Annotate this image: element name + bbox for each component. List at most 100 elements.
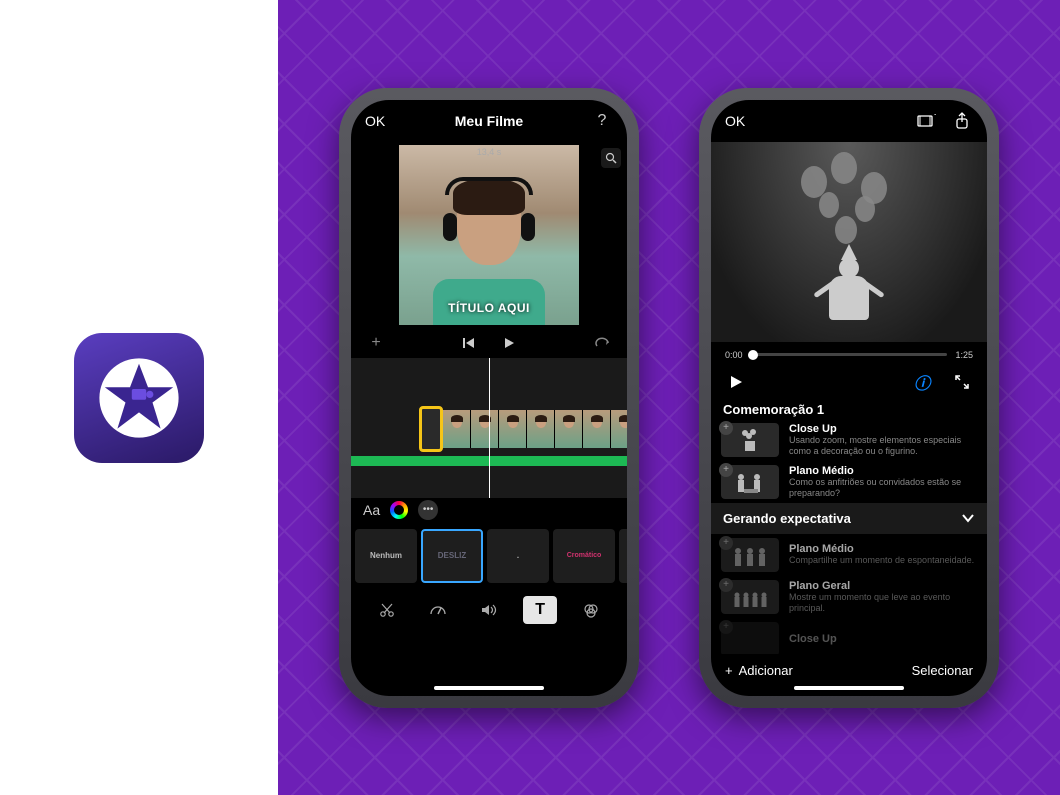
scrubber-track[interactable] xyxy=(751,353,948,356)
text-tool-button[interactable]: T xyxy=(523,596,557,624)
more-options-icon[interactable]: ••• xyxy=(418,500,438,520)
chevron-down-icon[interactable] xyxy=(961,511,975,526)
time-start: 0:00 xyxy=(725,350,743,360)
project-settings-icon[interactable]: + xyxy=(915,110,937,132)
title-option-standard[interactable]: PADR xyxy=(619,529,627,583)
imovie-app-icon xyxy=(74,333,204,463)
left-panel xyxy=(0,0,278,795)
balloon-icon xyxy=(819,192,839,218)
preview-face xyxy=(457,185,521,265)
shot-desc: Compartilhe um momento de espontaneidade… xyxy=(789,555,977,566)
bottom-toolbar: T xyxy=(351,590,627,630)
clip-thumb[interactable] xyxy=(583,410,611,448)
preview-frame[interactable]: 13,4 s TÍTULO AQUI xyxy=(399,145,579,325)
add-button[interactable]: + Adicionar xyxy=(725,663,793,678)
clip-thumb[interactable] xyxy=(471,410,499,448)
shot-item[interactable]: + Plano Médio Como os anfitriões ou conv… xyxy=(711,461,987,503)
ok-button[interactable]: OK xyxy=(725,113,745,129)
shot-thumb-medium[interactable]: + xyxy=(721,465,779,499)
select-button[interactable]: Selecionar xyxy=(912,663,973,678)
phone-screen-trailer: OK + xyxy=(711,100,987,696)
right-panel: OK Meu Filme ? 13,4 s TÍTULO AQUI xyxy=(278,0,1060,795)
font-button[interactable]: Aa xyxy=(363,502,380,518)
color-picker-icon[interactable] xyxy=(390,501,408,519)
title-option-chromatic[interactable]: Cromático xyxy=(553,529,615,583)
clip-selected-handle[interactable] xyxy=(419,406,443,452)
shot-name: Close Up xyxy=(789,633,977,645)
add-shot-icon[interactable]: + xyxy=(719,578,733,592)
shot-name: Close Up xyxy=(789,423,977,435)
trailer-preview[interactable] xyxy=(711,142,987,342)
section-title-anticipation: Gerando expectativa xyxy=(723,511,851,526)
home-indicator xyxy=(434,686,544,690)
clip-thumb[interactable] xyxy=(611,410,627,448)
svg-text:+: + xyxy=(934,113,936,119)
shot-name: Plano Geral xyxy=(789,580,977,592)
balloon-icon xyxy=(831,152,857,184)
playhead[interactable] xyxy=(489,358,490,498)
clip-thumb[interactable] xyxy=(499,410,527,448)
shot-list-celebration: + Close Up Usando zoom, mostre elementos… xyxy=(711,419,987,503)
section-header-anticipation[interactable]: Gerando expectativa xyxy=(711,503,987,534)
shot-thumb-wide[interactable]: + xyxy=(721,580,779,614)
clip-thumb[interactable] xyxy=(443,410,471,448)
shot-item[interactable]: + Close Up xyxy=(711,618,987,654)
add-label: Adicionar xyxy=(739,663,793,678)
time-end: 1:25 xyxy=(955,350,973,360)
speed-icon[interactable] xyxy=(421,596,455,624)
add-shot-icon[interactable]: + xyxy=(719,463,733,477)
star-icon xyxy=(94,353,184,443)
timeline[interactable] xyxy=(351,358,627,498)
shot-thumb-medium[interactable]: + xyxy=(721,538,779,572)
cut-icon[interactable] xyxy=(370,596,404,624)
shot-item[interactable]: + Close Up Usando zoom, mostre elementos… xyxy=(711,419,987,461)
trailer-header: OK + xyxy=(711,100,987,142)
shot-item[interactable]: + Plano Geral Mostre um momento que leve… xyxy=(711,576,987,618)
info-icon[interactable]: ⓘ xyxy=(911,371,933,393)
zoom-icon[interactable] xyxy=(601,148,621,168)
project-title: Meu Filme xyxy=(455,113,523,129)
shot-name: Plano Médio xyxy=(789,543,977,555)
shot-thumb-closeup[interactable]: + xyxy=(721,423,779,457)
titles-style-bar: Aa ••• xyxy=(351,498,627,522)
shot-list-anticipation: + Plano Médio Compartilhe um momento de … xyxy=(711,534,987,654)
ok-button[interactable]: OK xyxy=(365,113,385,129)
phone-screen-editor: OK Meu Filme ? 13,4 s TÍTULO AQUI xyxy=(351,100,627,696)
scrubber-thumb[interactable] xyxy=(748,350,758,360)
plus-icon: + xyxy=(725,663,733,678)
volume-icon[interactable] xyxy=(472,596,506,624)
filters-icon[interactable] xyxy=(574,596,608,624)
title-option-slide[interactable]: DESLIZ xyxy=(421,529,483,583)
add-shot-icon[interactable]: + xyxy=(719,421,733,435)
section-title-celebration: Comemoração 1 xyxy=(711,396,987,419)
title-option-dot[interactable]: . xyxy=(487,529,549,583)
play-icon[interactable] xyxy=(498,332,520,354)
shot-desc: Como os anfitriões ou convidados estão s… xyxy=(789,477,977,499)
editor-header: OK Meu Filme ? xyxy=(351,100,627,142)
phone-trailer: OK + xyxy=(699,88,999,708)
play-icon[interactable] xyxy=(725,371,747,393)
share-icon[interactable] xyxy=(951,110,973,132)
shot-item[interactable]: + Plano Médio Compartilhe um momento de … xyxy=(711,534,987,576)
title-options-row[interactable]: Nenhum DESLIZ . Cromático PADR xyxy=(351,522,627,590)
phone-editor: OK Meu Filme ? 13,4 s TÍTULO AQUI xyxy=(339,88,639,708)
clip-thumb[interactable] xyxy=(555,410,583,448)
shot-name: Plano Médio xyxy=(789,465,977,477)
shot-list-scroll[interactable]: Comemoração 1 + Close Up Usando zoom, mo… xyxy=(711,396,987,654)
add-media-button[interactable]: + xyxy=(365,332,387,354)
duration-label: 13,4 s xyxy=(477,147,502,157)
shot-thumb-closeup[interactable]: + xyxy=(721,622,779,654)
add-shot-icon[interactable]: + xyxy=(719,620,733,634)
prev-frame-icon[interactable] xyxy=(458,332,480,354)
home-indicator xyxy=(794,686,904,690)
clip-thumb[interactable] xyxy=(527,410,555,448)
title-option-none[interactable]: Nenhum xyxy=(355,529,417,583)
expand-icon[interactable] xyxy=(951,371,973,393)
add-shot-icon[interactable]: + xyxy=(719,536,733,550)
undo-icon[interactable] xyxy=(591,332,613,354)
help-icon[interactable]: ? xyxy=(591,110,613,132)
title-overlay: TÍTULO AQUI xyxy=(399,301,579,315)
clip-row[interactable] xyxy=(443,410,627,448)
shot-desc: Usando zoom, mostre elementos especiais … xyxy=(789,435,977,457)
preview-area: 13,4 s TÍTULO AQUI xyxy=(351,142,627,328)
